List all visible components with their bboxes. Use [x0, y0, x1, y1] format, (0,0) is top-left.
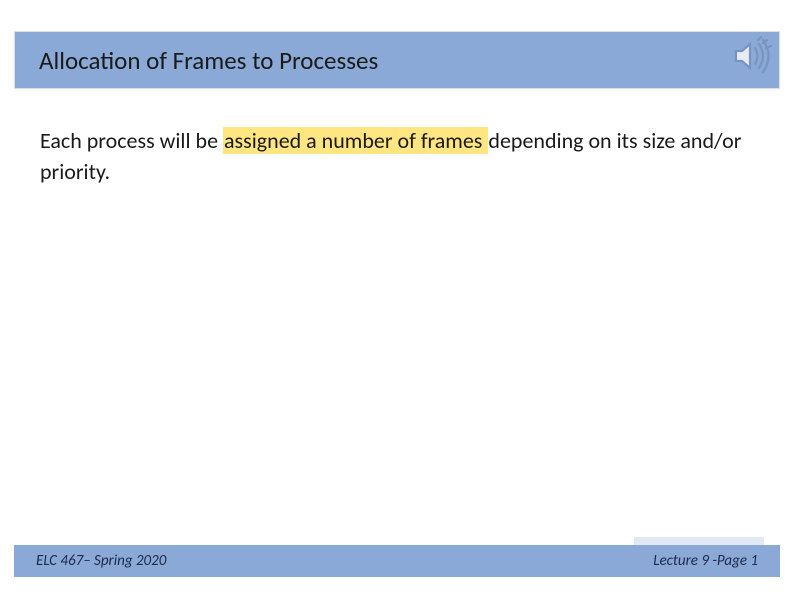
slide-title: Allocation of Frames to Processes [39, 45, 378, 76]
footer-course: ELC 467– Spring 2020 [36, 552, 166, 570]
slide-body: Each process will be assigned a number o… [40, 126, 754, 188]
footer-page: Lecture 9 -Page 1 [653, 552, 758, 570]
footer-accent [634, 537, 764, 545]
body-highlight: assigned a number of frames [223, 127, 488, 154]
title-bar: Allocation of Frames to Processes [14, 31, 780, 89]
body-text-before: Each process will be [40, 127, 223, 154]
footer-bar: ELC 467– Spring 2020 Lecture 9 -Page 1 [14, 545, 780, 577]
speaker-icon [720, 28, 776, 84]
